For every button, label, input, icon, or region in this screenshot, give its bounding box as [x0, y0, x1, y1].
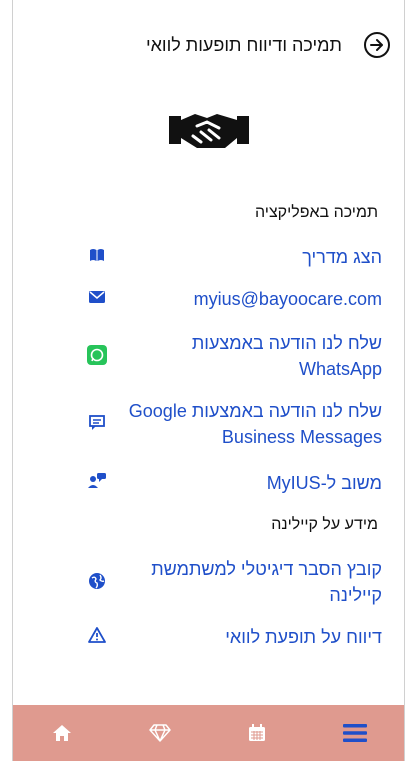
feedback-icon — [86, 470, 108, 492]
back-button[interactable] — [364, 32, 390, 58]
menu-item-email[interactable]: myius@bayoocare.com — [72, 286, 382, 312]
diamond-icon — [148, 724, 171, 742]
envelope-icon — [86, 286, 108, 308]
menu-item-label: שלח לנו הודעה באמצעות Google Business Me… — [128, 401, 382, 447]
menu-item-label: שלח לנו הודעה באמצעות WhatsApp — [191, 333, 382, 379]
globe-icon — [86, 570, 108, 592]
menu-item-label: משוב ל-MyIUS — [266, 473, 382, 493]
header: תמיכה ודיווח תופעות לוואי — [13, 22, 404, 70]
menu-item-label: הצג מדריך — [302, 247, 382, 267]
menu-item-guide[interactable]: הצג מדריך — [72, 244, 382, 270]
menu-item-google-business[interactable]: שלח לנו הודעה באמצעות Google Business Me… — [72, 398, 382, 450]
page-title: תמיכה ודיווח תופעות לוואי — [145, 35, 342, 55]
menu-item-label: קובץ הסבר דיגיטלי למשתמשת קיילינה — [151, 559, 382, 605]
chat-icon — [86, 412, 108, 434]
arrow-right-icon — [370, 39, 383, 51]
menu-item-label: myius@bayoocare.com — [193, 289, 382, 309]
menu-item-feedback[interactable]: משוב ל-MyIUS — [72, 470, 382, 496]
menu-item-digital-leaflet[interactable]: קובץ הסבר דיגיטלי למשתמשת קיילינה — [72, 556, 382, 608]
whatsapp-icon — [86, 344, 108, 366]
menu-item-report-side-effect[interactable]: דיווח על תופעת לוואי — [72, 624, 382, 650]
app-frame: תמיכה ודיווח תופעות לוואי תמיכה באפליקצי… — [12, 0, 405, 761]
calendar-icon — [249, 724, 266, 741]
menu-item-label: דיווח על תופעת לוואי — [225, 627, 382, 647]
tab-calendar[interactable] — [227, 705, 287, 761]
handshake-icon — [13, 108, 404, 160]
menu-icon — [343, 724, 368, 742]
menu-item-whatsapp[interactable]: שלח לנו הודעה באמצעות WhatsApp — [72, 330, 382, 382]
warning-icon — [86, 624, 108, 646]
tab-diamond[interactable] — [130, 705, 190, 761]
bottom-nav — [13, 705, 404, 761]
home-icon — [52, 725, 71, 741]
section-title-info: מידע על קיילינה — [271, 516, 378, 533]
tab-home[interactable] — [32, 705, 92, 761]
section-title-app-support: תמיכה באפליקציה — [254, 204, 378, 221]
book-icon — [86, 244, 108, 266]
tab-menu[interactable] — [325, 705, 385, 761]
